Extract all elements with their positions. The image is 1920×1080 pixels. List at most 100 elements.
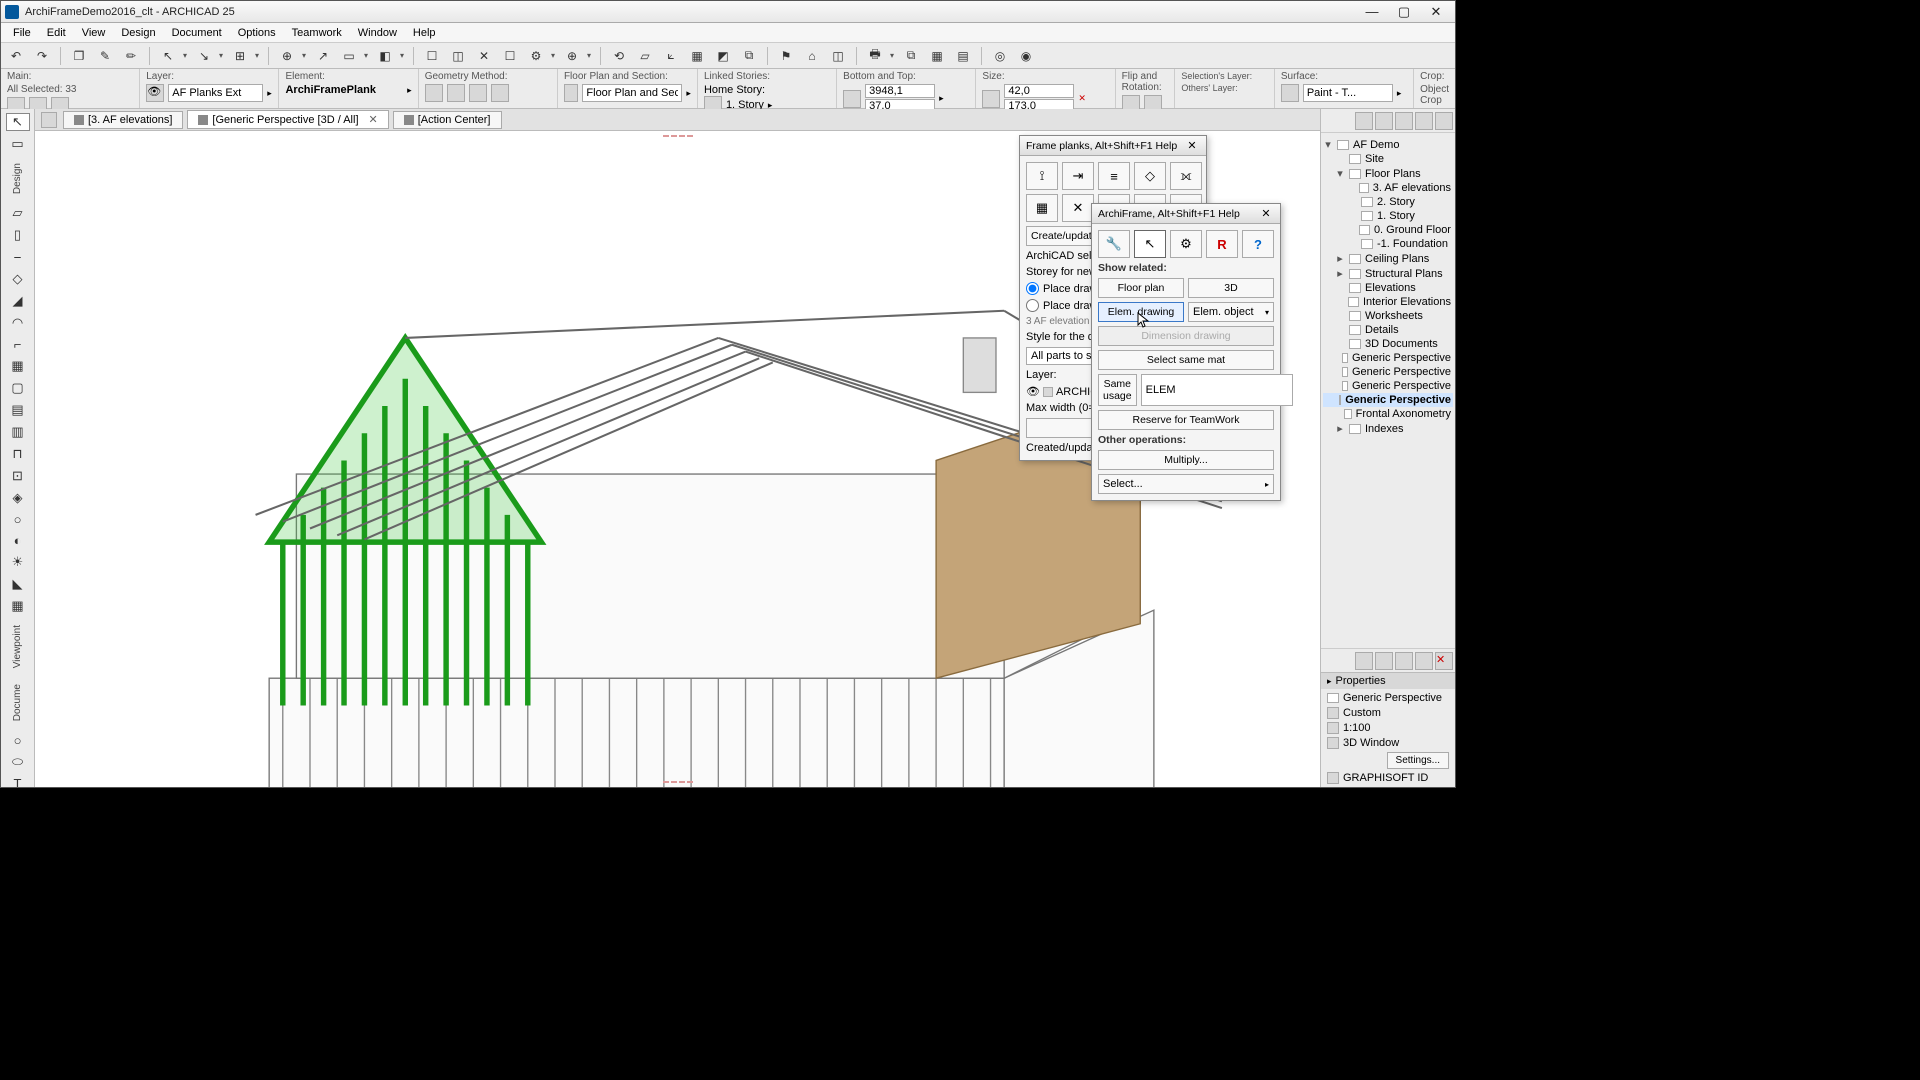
highlight-button[interactable]: ✏ xyxy=(120,45,142,67)
rect-button[interactable]: ▭ xyxy=(338,45,360,67)
tree-item[interactable]: 3. AF elevations xyxy=(1323,181,1453,195)
print-button[interactable]: 🖶 xyxy=(864,45,886,67)
slab-tool[interactable]: ◇ xyxy=(6,270,30,288)
menu-document[interactable]: Document xyxy=(164,25,230,41)
layer-select[interactable] xyxy=(168,84,263,102)
tree-item[interactable]: Details xyxy=(1323,323,1453,337)
path-button[interactable]: ⟀ xyxy=(660,45,682,67)
tab-action-center[interactable]: [Action Center] xyxy=(393,111,502,129)
af-tool-arrow[interactable]: ↖ xyxy=(1134,230,1166,258)
af-3d-btn[interactable]: 3D xyxy=(1188,278,1274,298)
fp-radio2[interactable] xyxy=(1026,299,1039,312)
af-tool-wrench[interactable]: 🔧 xyxy=(1098,230,1130,258)
clip-button[interactable]: ◩ xyxy=(712,45,734,67)
undo-button[interactable]: ↶ xyxy=(5,45,27,67)
circle-tool[interactable]: ○ xyxy=(6,732,30,749)
opening-tool[interactable]: ○ xyxy=(6,511,30,528)
tree-item[interactable]: Elevations xyxy=(1323,281,1453,295)
link-button[interactable]: ⧉ xyxy=(738,45,760,67)
redo-button[interactable]: ↷ xyxy=(31,45,53,67)
close-button[interactable]: ✕ xyxy=(1421,3,1451,21)
menu-teamwork[interactable]: Teamwork xyxy=(284,25,350,41)
expand-icon[interactable]: ▸ xyxy=(1335,422,1345,435)
nav-del[interactable]: ✕ xyxy=(1435,652,1453,670)
guide-mode-button[interactable]: ⊞ xyxy=(229,45,251,67)
tree-item[interactable]: Generic Perspective xyxy=(1323,365,1453,379)
area-button[interactable]: ▱ xyxy=(634,45,656,67)
marquee-tool[interactable]: ▭ xyxy=(6,135,30,153)
tree-item[interactable]: Site xyxy=(1323,152,1453,166)
nav-btn2[interactable] xyxy=(1375,112,1393,130)
expand-icon[interactable]: ▸ xyxy=(1335,267,1345,280)
tree-item[interactable]: ▾AF Demo xyxy=(1323,137,1453,152)
column-tool[interactable]: ▯ xyxy=(6,226,30,244)
menu-options[interactable]: Options xyxy=(230,25,284,41)
expand-icon[interactable]: ▾ xyxy=(1335,167,1345,180)
flag-button[interactable]: ⚑ xyxy=(775,45,797,67)
beam-tool[interactable]: ⎯ xyxy=(6,248,30,266)
af-select-same-btn[interactable]: Select same mat xyxy=(1098,350,1274,370)
ref-button[interactable]: ☐ xyxy=(421,45,443,67)
fp-grid-1[interactable]: ⟟ xyxy=(1026,162,1058,190)
menu-design[interactable]: Design xyxy=(113,25,163,41)
tab-close-icon[interactable]: ✕ xyxy=(369,113,378,126)
object-tool[interactable]: ▢ xyxy=(6,379,30,397)
minimize-button[interactable]: — xyxy=(1357,3,1387,21)
nav-b1[interactable] xyxy=(1355,652,1373,670)
layer-icon[interactable]: 👁 xyxy=(146,84,164,102)
publish-button[interactable]: ▤ xyxy=(952,45,974,67)
snap-mode-button[interactable]: ↘ xyxy=(193,45,215,67)
corner-tool[interactable]: ◣ xyxy=(6,575,30,593)
curtain-tool[interactable]: ▥ xyxy=(6,423,30,441)
nav-btn1[interactable] xyxy=(1355,112,1373,130)
skylight-tool[interactable]: ◈ xyxy=(6,489,30,507)
fp-grid-4[interactable]: ◇ xyxy=(1134,162,1166,190)
tree-item[interactable]: ▾Floor Plans xyxy=(1323,166,1453,181)
tree-item[interactable]: ▸Ceiling Plans xyxy=(1323,251,1453,266)
af-select-btn[interactable]: Select...▸ xyxy=(1098,474,1274,494)
zone-tool[interactable]: ▤ xyxy=(6,401,30,419)
size-a-input[interactable] xyxy=(1004,84,1074,98)
settings-button[interactable]: Settings... xyxy=(1387,752,1449,769)
cursor-mode-button[interactable]: ↖ xyxy=(157,45,179,67)
nav-icon[interactable] xyxy=(41,112,57,128)
af-reserve-btn[interactable]: Reserve for TeamWork xyxy=(1098,410,1274,430)
fp-grid-2[interactable]: ⇥ xyxy=(1062,162,1094,190)
layout-button[interactable]: ▦ xyxy=(926,45,948,67)
tab-elevations[interactable]: [3. AF elevations] xyxy=(63,111,183,129)
maximize-button[interactable]: ▢ xyxy=(1389,3,1419,21)
render-button[interactable]: ◉ xyxy=(1015,45,1037,67)
menu-window[interactable]: Window xyxy=(350,25,405,41)
af-same-usage-btn[interactable]: Same usage xyxy=(1098,374,1137,406)
tree-item[interactable]: 1. Story xyxy=(1323,209,1453,223)
globe-button[interactable]: ⊕ xyxy=(561,45,583,67)
menu-edit[interactable]: Edit xyxy=(39,25,74,41)
grid2-tool[interactable]: ▦ xyxy=(6,597,30,615)
tree-item[interactable]: -1. Foundation xyxy=(1323,237,1453,251)
shape-button[interactable]: ◧ xyxy=(374,45,396,67)
nav-btn5[interactable] xyxy=(1435,112,1453,130)
tree-item[interactable]: Generic Perspective xyxy=(1323,351,1453,365)
surface-select[interactable] xyxy=(1303,84,1393,102)
af-multiply-btn[interactable]: Multiply... xyxy=(1098,450,1274,470)
fp-grid-5[interactable]: ⟗ xyxy=(1170,162,1202,190)
nav-b4[interactable] xyxy=(1415,652,1433,670)
menu-view[interactable]: View xyxy=(74,25,114,41)
eyedropper-button[interactable]: ✎ xyxy=(94,45,116,67)
nav-b3[interactable] xyxy=(1395,652,1413,670)
roof-tool[interactable]: ◢ xyxy=(6,292,30,310)
bt-top-input[interactable] xyxy=(865,84,935,98)
ruler-button[interactable]: ↗ xyxy=(312,45,334,67)
tree-item[interactable]: ▸Structural Plans xyxy=(1323,266,1453,281)
af-close-icon[interactable]: ✕ xyxy=(1258,207,1274,220)
geom-icon1[interactable] xyxy=(425,84,443,102)
ellipse-tool[interactable]: ⬭ xyxy=(6,753,30,771)
tree-item[interactable]: Generic Perspective xyxy=(1323,393,1453,407)
navigator-tree[interactable]: ▾AF DemoSite▾Floor Plans3. AF elevations… xyxy=(1321,133,1455,648)
tree-item[interactable]: 2. Story xyxy=(1323,195,1453,209)
gear-button[interactable]: ⚙ xyxy=(525,45,547,67)
tree-item[interactable]: Interior Elevations xyxy=(1323,295,1453,309)
geom-icon4[interactable] xyxy=(491,84,509,102)
fp-grid-6[interactable]: ▦ xyxy=(1026,194,1058,222)
fp-grid-3[interactable]: ≡ xyxy=(1098,162,1130,190)
